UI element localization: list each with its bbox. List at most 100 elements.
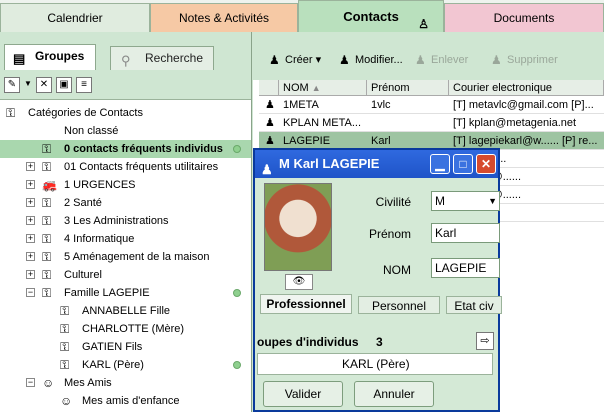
key-icon: ⚿ bbox=[42, 160, 52, 174]
remove-button[interactable]: ♟ Enlever bbox=[415, 52, 468, 68]
tab-etat-civil[interactable]: Etat civ bbox=[446, 296, 502, 314]
tab-notes-activites[interactable]: Notes & Activités bbox=[150, 3, 298, 32]
modify-button[interactable]: ♟ Modifier... bbox=[339, 52, 403, 68]
group-list[interactable]: KARL (Père) bbox=[257, 353, 493, 375]
key-icon: ⚿ bbox=[6, 106, 16, 120]
key-icon: ⚿ bbox=[42, 214, 52, 228]
tree-item-label: GATIEN Fils bbox=[82, 341, 143, 353]
expand-icon[interactable]: + bbox=[26, 162, 35, 171]
tab-personnel[interactable]: Personnel bbox=[358, 296, 440, 314]
tree-item[interactable]: ⚿ Catégories de Contacts bbox=[0, 104, 251, 122]
tree-item-label: Culturel bbox=[64, 269, 102, 281]
tree-item-label: ANNABELLE Fille bbox=[82, 305, 171, 317]
cell-email: [T] kplan@metagenia.net bbox=[453, 117, 577, 129]
tree-item[interactable]: ☺ Mes amis d'enfance bbox=[0, 392, 251, 410]
cell-prenom: Karl bbox=[371, 135, 391, 147]
tree-item[interactable]: + ⚿ 2 Santé bbox=[0, 194, 251, 212]
smiley-icon: ☺ bbox=[42, 376, 55, 390]
smiley-icon: ☺ bbox=[60, 394, 73, 408]
validate-button[interactable]: Valider bbox=[263, 381, 343, 407]
person-icon: ♟ bbox=[265, 135, 275, 147]
column-header-email[interactable]: Courier electronique bbox=[449, 80, 604, 95]
chevron-down-icon[interactable]: ▼ bbox=[24, 77, 32, 93]
tree-item[interactable]: ⚿ 0 contacts fréquents individus bbox=[0, 140, 251, 158]
key-icon: ⚿ bbox=[60, 358, 70, 372]
expand-icon[interactable]: + bbox=[26, 180, 35, 189]
nom-field[interactable]: LAGEPIE bbox=[431, 258, 500, 278]
tree-item[interactable]: − ⚿ Famille LAGEPIE bbox=[0, 284, 251, 302]
eye-icon[interactable]: 👁 bbox=[285, 274, 313, 290]
delete-button[interactable]: ♟ Supprimer bbox=[491, 52, 558, 68]
create-button[interactable]: ♟ Créer ▾ bbox=[269, 52, 321, 68]
modify-label: Modifier... bbox=[355, 54, 403, 66]
tree-item[interactable]: + ⚿ Culturel bbox=[0, 266, 251, 284]
tree-item[interactable]: ⚿ GATIEN Fils bbox=[0, 338, 251, 356]
tab-contacts[interactable]: Contacts ♙ bbox=[298, 0, 444, 32]
column-header-nom[interactable]: NOM ▲ bbox=[279, 80, 367, 95]
key-icon: ⚿ bbox=[42, 196, 52, 210]
tree-item[interactable]: ⚿ ANNABELLE Fille bbox=[0, 302, 251, 320]
column-header-prenom[interactable]: Prénom bbox=[367, 80, 449, 95]
expand-icon[interactable]: + bbox=[26, 216, 35, 225]
dialog-titlebar[interactable]: ♟ M Karl LAGEPIE ▁ □ ✕ bbox=[255, 150, 498, 178]
tab-professionnel[interactable]: Professionnel bbox=[260, 294, 352, 314]
image-icon[interactable]: ▣ bbox=[56, 76, 72, 93]
tree-item-label: Mes Amis bbox=[64, 377, 112, 389]
tree-item[interactable]: + ⚿ 3 Les Administrations bbox=[0, 212, 251, 230]
tab-contacts-label: Contacts bbox=[343, 9, 399, 24]
tree-item-label: Catégories de Contacts bbox=[28, 107, 143, 119]
group-list-item: KARL (Père) bbox=[342, 357, 410, 371]
prenom-label: Prénom bbox=[368, 227, 411, 241]
tree-item[interactable]: + ⚿ 4 Informatique bbox=[0, 230, 251, 248]
tree-item[interactable]: ⚿ CHARLOTTE (Mère) bbox=[0, 320, 251, 338]
person-icon: ♟ bbox=[339, 53, 350, 67]
tab-recherche[interactable]: ⚲ Recherche bbox=[110, 46, 214, 70]
maximize-button[interactable]: □ bbox=[453, 154, 473, 174]
tree-item-label: 01 Contacts fréquents utilitaires bbox=[64, 161, 219, 173]
group-section-label: oupes d'individus bbox=[257, 335, 359, 349]
collapse-icon[interactable]: − bbox=[26, 378, 35, 387]
column-header-nom-label: NOM bbox=[283, 82, 309, 94]
dialog-title: M Karl LAGEPIE bbox=[279, 156, 380, 171]
collapse-icon[interactable]: − bbox=[26, 288, 35, 297]
status-dot bbox=[233, 145, 241, 153]
expand-icon[interactable]: + bbox=[26, 198, 35, 207]
tab-groupes-label: Groupes bbox=[35, 49, 85, 63]
list-icon[interactable]: ≡ bbox=[76, 76, 92, 93]
groups-panel-tabs: ▤ Groupes ⚲ Recherche bbox=[0, 32, 251, 70]
close-button[interactable]: ✕ bbox=[476, 154, 496, 174]
minimize-button[interactable]: ▁ bbox=[430, 154, 450, 174]
table-row[interactable]: ♟ KPLAN META... [T] kplan@metagenia.net bbox=[259, 114, 604, 132]
table-header: NOM ▲ Prénom Courier electronique bbox=[259, 80, 604, 96]
tree-item[interactable]: + ⚿ 01 Contacts fréquents utilitaires bbox=[0, 158, 251, 176]
contact-dialog: ♟ M Karl LAGEPIE ▁ □ ✕ 👁 Civilité M ▼ Pré… bbox=[253, 148, 502, 412]
civilite-select[interactable]: M ▼ bbox=[431, 191, 500, 211]
create-label: Créer bbox=[285, 54, 313, 66]
tree-item[interactable]: ⚿ KARL (Père) bbox=[0, 356, 251, 374]
expand-icon[interactable]: + bbox=[26, 234, 35, 243]
top-tab-bar: Calendrier Notes & Activités Contacts ♙ D… bbox=[0, 0, 604, 32]
tree-item-label: 3 Les Administrations bbox=[64, 215, 169, 227]
tree-item[interactable]: − ☺ Mes Amis bbox=[0, 374, 251, 392]
tab-calendrier[interactable]: Calendrier bbox=[0, 3, 150, 32]
delete-group-icon[interactable]: ✕ bbox=[36, 76, 52, 93]
cell-prenom: 1vlc bbox=[371, 99, 391, 111]
tab-documents[interactable]: Documents bbox=[444, 3, 604, 32]
cell-nom: LAGEPIE bbox=[283, 135, 331, 147]
cancel-button[interactable]: Annuler bbox=[354, 381, 434, 407]
arrow-right-icon[interactable]: ⇨ bbox=[476, 332, 494, 350]
expand-icon[interactable]: + bbox=[26, 270, 35, 279]
expand-icon[interactable]: + bbox=[26, 252, 35, 261]
key-icon: ⚿ bbox=[42, 268, 52, 282]
key-icon: ⚿ bbox=[60, 304, 70, 318]
tree-item-label: 0 contacts fréquents individus bbox=[64, 143, 223, 155]
new-group-icon[interactable]: ✎ bbox=[4, 76, 20, 93]
tree-item[interactable]: + 🚒 1 URGENCES bbox=[0, 176, 251, 194]
tree-item[interactable]: Non classé bbox=[0, 122, 251, 140]
table-row[interactable]: ♟ 1META 1vlc [T] metavlc@gmail.com [P]... bbox=[259, 96, 604, 114]
tree-item-label: 1 URGENCES bbox=[64, 179, 136, 191]
tab-groupes[interactable]: ▤ Groupes bbox=[4, 44, 96, 70]
person-icon: ♟ bbox=[265, 117, 275, 129]
tree-item[interactable]: + ⚿ 5 Aménagement de la maison bbox=[0, 248, 251, 266]
prenom-field[interactable]: Karl bbox=[431, 223, 500, 243]
